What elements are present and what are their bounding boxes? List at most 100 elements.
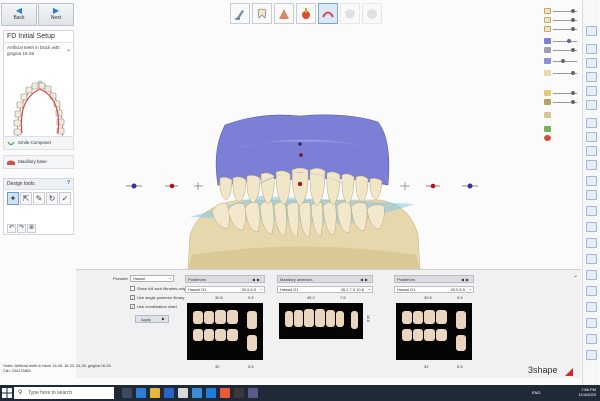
arch-view-button[interactable]: [318, 3, 338, 24]
visibility-row-gingiva[interactable]: [541, 38, 581, 45]
visibility-row-marker[interactable]: [541, 135, 581, 142]
tooth-preview-image[interactable]: [279, 303, 363, 339]
back-button[interactable]: ◀ Back: [1, 3, 37, 26]
view-right-icon[interactable]: [586, 72, 597, 82]
edge-icon[interactable]: [136, 388, 146, 398]
library-select[interactable]: Hassel D1 30.5 8.5 ⌄: [394, 286, 474, 293]
slider-knob[interactable]: [571, 71, 575, 75]
checkbox-box[interactable]: [130, 286, 135, 291]
reset-icon[interactable]: ⊗: [27, 224, 36, 233]
help-icon[interactable]: [586, 350, 597, 360]
3shape-app-icon[interactable]: [220, 388, 230, 398]
slider-knob[interactable]: [567, 39, 571, 43]
slider-knob[interactable]: [571, 100, 575, 104]
slider-knob[interactable]: [571, 9, 575, 13]
move-tool-icon[interactable]: ⇱: [20, 192, 32, 205]
visibility-row-bite[interactable]: [541, 126, 581, 133]
checkbox-single-posterior[interactable]: ✓ Use single posterior library: [130, 295, 184, 300]
tooth-preview-image[interactable]: [396, 303, 472, 360]
slider-knob[interactable]: [571, 48, 575, 52]
tooth-tool-button[interactable]: [252, 3, 272, 24]
taskbar-search[interactable]: ⚲ Type here to search: [14, 387, 114, 399]
system-clock[interactable]: 7:56 PM 12/4/2023: [578, 387, 596, 397]
opacity-slider[interactable]: [553, 41, 577, 42]
apply-button[interactable]: Apply ▶: [135, 315, 169, 323]
store-icon[interactable]: [164, 388, 174, 398]
rotate-tool-icon[interactable]: ↻: [46, 192, 58, 205]
card-nav-arrows[interactable]: ◀▶: [360, 277, 370, 282]
mail-icon[interactable]: [192, 388, 202, 398]
transparency-icon[interactable]: [586, 176, 597, 186]
undo-icon[interactable]: ↶: [7, 224, 16, 233]
slider-knob[interactable]: [571, 27, 575, 31]
checkbox-full-arch[interactable]: Show full arch libraries only: [130, 286, 186, 291]
help-icon[interactable]: ?: [67, 180, 70, 186]
sphere-view-button[interactable]: [362, 3, 382, 24]
view-bottom-icon[interactable]: [586, 100, 597, 110]
visibility-row-scan[interactable]: [541, 70, 581, 77]
camera-icon[interactable]: [586, 318, 597, 328]
library-select[interactable]: Hassel D1 45.2 7.9 10.8 ⌄: [277, 286, 373, 293]
redo-icon[interactable]: ↷: [17, 224, 26, 233]
visibility-row-teeth[interactable]: [541, 8, 581, 15]
slider-knob[interactable]: [561, 59, 565, 63]
card-nav-arrows[interactable]: ◀▶: [252, 277, 262, 282]
3d-viewport[interactable]: [0, 0, 600, 270]
morph-tool-icon[interactable]: ✎: [33, 192, 45, 205]
snapshot-icon[interactable]: [586, 190, 597, 200]
visibility-row-lower-teeth[interactable]: [541, 26, 581, 33]
collapse-icon[interactable]: ⌄: [573, 272, 578, 279]
windows-start-icon[interactable]: [2, 388, 12, 398]
checkbox-box[interactable]: ✓: [130, 304, 135, 309]
pin-icon[interactable]: [586, 302, 597, 312]
visibility-row-antagonist[interactable]: [541, 90, 581, 97]
app-icon[interactable]: [178, 388, 188, 398]
visibility-row-preparation[interactable]: [541, 112, 581, 119]
maxillary-base-item[interactable]: Maxillary base: [3, 155, 74, 169]
shield-view-button[interactable]: [340, 3, 360, 24]
card-nav-arrows[interactable]: ◀▶: [461, 277, 471, 282]
task-view-icon[interactable]: [122, 388, 132, 398]
next-button[interactable]: ▶ Next: [38, 3, 74, 26]
language-indicator[interactable]: ENG: [532, 390, 541, 395]
occlusion-icon[interactable]: [586, 254, 597, 264]
checkbox-box[interactable]: ✓: [130, 295, 135, 300]
gingiva-tool-button[interactable]: [274, 3, 294, 24]
file-explorer-icon[interactable]: [150, 388, 160, 398]
brush-tool-button[interactable]: [230, 3, 250, 24]
grid-icon[interactable]: [586, 160, 597, 170]
smile-composer-item[interactable]: Smile Composer: [3, 136, 74, 150]
sculpt-tool-icon[interactable]: ✓: [59, 192, 71, 205]
library-select[interactable]: Hassel D1 30.5 8.5 ⌄: [185, 286, 265, 293]
settings-icon[interactable]: [586, 270, 597, 280]
info-icon[interactable]: [586, 334, 597, 344]
dental-arch-diagram[interactable]: [10, 71, 70, 145]
slider-knob[interactable]: [571, 91, 575, 95]
dental-model-scene[interactable]: [0, 0, 600, 270]
paint-tool-button[interactable]: [296, 3, 316, 24]
dental-app-icon[interactable]: [206, 388, 216, 398]
opacity-slider[interactable]: [553, 61, 577, 62]
distance-map-icon[interactable]: [586, 286, 597, 296]
app-icon[interactable]: [248, 388, 258, 398]
measure-icon[interactable]: [586, 146, 597, 156]
compare-icon[interactable]: [586, 238, 597, 248]
visibility-row-upper-gingiva[interactable]: [541, 58, 581, 65]
checkbox-combination-chart[interactable]: ✓ Use combination chart: [130, 304, 177, 309]
section-icon[interactable]: [586, 132, 597, 142]
view-front-icon[interactable]: [586, 26, 597, 36]
view-left-icon[interactable]: [586, 58, 597, 68]
visibility-row-model[interactable]: [541, 99, 581, 106]
slider-knob[interactable]: [571, 18, 575, 22]
view-back-icon[interactable]: [586, 86, 597, 96]
terminal-icon[interactable]: [234, 388, 244, 398]
zoom-fit-icon[interactable]: [586, 206, 597, 216]
visibility-row-upper-teeth[interactable]: [541, 17, 581, 24]
visibility-row-base[interactable]: [541, 47, 581, 54]
view-top-icon[interactable]: [586, 44, 597, 54]
clipping-icon[interactable]: [586, 118, 597, 128]
setup-type-dropdown[interactable]: Artificial teeth in block with gingiva 1…: [4, 43, 73, 59]
provider-dropdown[interactable]: Hassel ⌄: [130, 275, 174, 282]
lock-icon[interactable]: [586, 222, 597, 232]
tooth-preview-image[interactable]: [187, 303, 263, 360]
